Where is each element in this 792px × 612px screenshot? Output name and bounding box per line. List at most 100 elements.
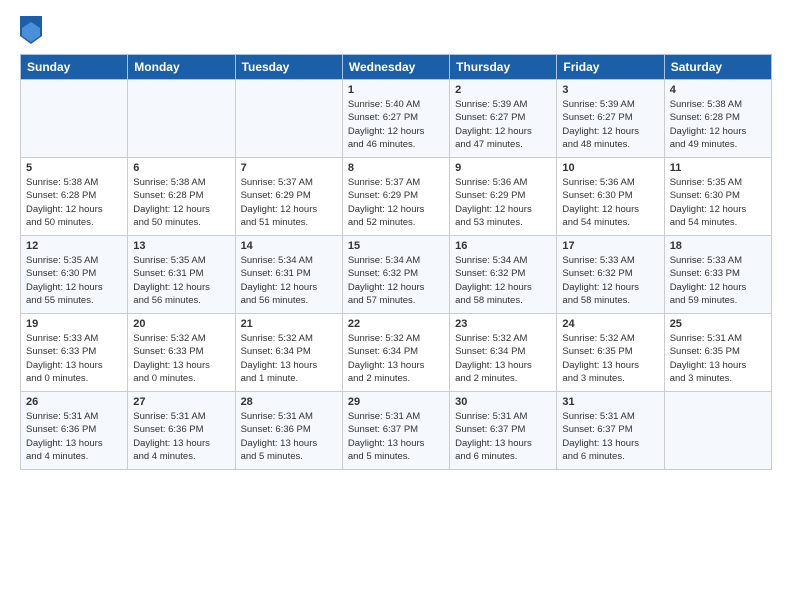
calendar-cell: 23 Sunrise: 5:32 AM Sunset: 6:34 PM Dayli… (450, 314, 557, 392)
calendar-cell (21, 80, 128, 158)
day-number: 28 (241, 396, 337, 408)
calendar-body: 1 Sunrise: 5:40 AM Sunset: 6:27 PM Daylig… (21, 80, 772, 470)
calendar: SundayMondayTuesdayWednesdayThursdayFrid… (20, 54, 772, 470)
calendar-cell (128, 80, 235, 158)
day-detail: Sunrise: 5:32 AM Sunset: 6:33 PM Dayligh… (133, 332, 229, 385)
calendar-cell: 5 Sunrise: 5:38 AM Sunset: 6:28 PM Daylig… (21, 158, 128, 236)
calendar-cell: 3 Sunrise: 5:39 AM Sunset: 6:27 PM Daylig… (557, 80, 664, 158)
day-number: 31 (562, 396, 658, 408)
day-detail: Sunrise: 5:39 AM Sunset: 6:27 PM Dayligh… (455, 98, 551, 151)
calendar-cell: 25Sunrise: 5:31 AM Sunset: 6:35 PM Dayli… (664, 314, 771, 392)
day-header-friday: Friday (557, 55, 664, 80)
day-detail: Sunrise: 5:35 AM Sunset: 6:31 PM Dayligh… (133, 254, 229, 307)
day-detail: Sunrise: 5:31 AM Sunset: 6:36 PM Dayligh… (133, 410, 229, 463)
day-detail: Sunrise: 5:33 AM Sunset: 6:33 PM Dayligh… (670, 254, 766, 307)
calendar-cell: 24 Sunrise: 5:32 AM Sunset: 6:35 PM Dayli… (557, 314, 664, 392)
week-row-3: 12 Sunrise: 5:35 AM Sunset: 6:30 PM Dayli… (21, 236, 772, 314)
day-number: 13 (133, 240, 229, 252)
calendar-cell: 27 Sunrise: 5:31 AM Sunset: 6:36 PM Dayli… (128, 392, 235, 470)
day-detail: Sunrise: 5:40 AM Sunset: 6:27 PM Dayligh… (348, 98, 444, 151)
calendar-cell: 31 Sunrise: 5:31 AM Sunset: 6:37 PM Dayli… (557, 392, 664, 470)
day-header-wednesday: Wednesday (342, 55, 449, 80)
day-detail: Sunrise: 5:33 AM Sunset: 6:33 PM Dayligh… (26, 332, 122, 385)
calendar-cell: 6 Sunrise: 5:38 AM Sunset: 6:28 PM Daylig… (128, 158, 235, 236)
calendar-cell: 17 Sunrise: 5:33 AM Sunset: 6:32 PM Dayli… (557, 236, 664, 314)
day-number: 16 (455, 240, 551, 252)
calendar-cell: 28 Sunrise: 5:31 AM Sunset: 6:36 PM Dayli… (235, 392, 342, 470)
day-number: 6 (133, 162, 229, 174)
day-number: 27 (133, 396, 229, 408)
page: SundayMondayTuesdayWednesdayThursdayFrid… (0, 0, 792, 480)
calendar-cell: 1 Sunrise: 5:40 AM Sunset: 6:27 PM Daylig… (342, 80, 449, 158)
day-detail: Sunrise: 5:34 AM Sunset: 6:32 PM Dayligh… (455, 254, 551, 307)
day-detail: Sunrise: 5:35 AM Sunset: 6:30 PM Dayligh… (26, 254, 122, 307)
calendar-cell: 9Sunrise: 5:36 AM Sunset: 6:29 PM Daylig… (450, 158, 557, 236)
day-number: 23 (455, 318, 551, 330)
day-detail: Sunrise: 5:33 AM Sunset: 6:32 PM Dayligh… (562, 254, 658, 307)
day-number: 19 (26, 318, 122, 330)
day-detail: Sunrise: 5:32 AM Sunset: 6:35 PM Dayligh… (562, 332, 658, 385)
day-detail: Sunrise: 5:37 AM Sunset: 6:29 PM Dayligh… (241, 176, 337, 229)
day-number: 7 (241, 162, 337, 174)
calendar-header: SundayMondayTuesdayWednesdayThursdayFrid… (21, 55, 772, 80)
calendar-cell: 30Sunrise: 5:31 AM Sunset: 6:37 PM Dayli… (450, 392, 557, 470)
day-header-row: SundayMondayTuesdayWednesdayThursdayFrid… (21, 55, 772, 80)
day-number: 15 (348, 240, 444, 252)
day-number: 2 (455, 84, 551, 96)
day-detail: Sunrise: 5:36 AM Sunset: 6:30 PM Dayligh… (562, 176, 658, 229)
day-number: 22 (348, 318, 444, 330)
day-detail: Sunrise: 5:34 AM Sunset: 6:32 PM Dayligh… (348, 254, 444, 307)
header (20, 16, 772, 44)
calendar-cell: 4 Sunrise: 5:38 AM Sunset: 6:28 PM Daylig… (664, 80, 771, 158)
week-row-1: 1 Sunrise: 5:40 AM Sunset: 6:27 PM Daylig… (21, 80, 772, 158)
calendar-cell: 14Sunrise: 5:34 AM Sunset: 6:31 PM Dayli… (235, 236, 342, 314)
calendar-cell: 2 Sunrise: 5:39 AM Sunset: 6:27 PM Daylig… (450, 80, 557, 158)
day-number: 3 (562, 84, 658, 96)
logo (20, 16, 46, 44)
day-detail: Sunrise: 5:35 AM Sunset: 6:30 PM Dayligh… (670, 176, 766, 229)
day-number: 26 (26, 396, 122, 408)
day-header-monday: Monday (128, 55, 235, 80)
calendar-cell: 13 Sunrise: 5:35 AM Sunset: 6:31 PM Dayli… (128, 236, 235, 314)
day-detail: Sunrise: 5:38 AM Sunset: 6:28 PM Dayligh… (133, 176, 229, 229)
day-detail: Sunrise: 5:32 AM Sunset: 6:34 PM Dayligh… (348, 332, 444, 385)
calendar-cell: 12 Sunrise: 5:35 AM Sunset: 6:30 PM Dayli… (21, 236, 128, 314)
day-number: 4 (670, 84, 766, 96)
day-number: 8 (348, 162, 444, 174)
calendar-cell: 16 Sunrise: 5:34 AM Sunset: 6:32 PM Dayli… (450, 236, 557, 314)
week-row-4: 19 Sunrise: 5:33 AM Sunset: 6:33 PM Dayli… (21, 314, 772, 392)
day-header-sunday: Sunday (21, 55, 128, 80)
day-number: 12 (26, 240, 122, 252)
day-number: 5 (26, 162, 122, 174)
day-detail: Sunrise: 5:32 AM Sunset: 6:34 PM Dayligh… (455, 332, 551, 385)
day-number: 17 (562, 240, 658, 252)
calendar-cell: 11Sunrise: 5:35 AM Sunset: 6:30 PM Dayli… (664, 158, 771, 236)
calendar-cell: 18Sunrise: 5:33 AM Sunset: 6:33 PM Dayli… (664, 236, 771, 314)
day-number: 21 (241, 318, 337, 330)
logo-icon (20, 16, 42, 44)
day-number: 1 (348, 84, 444, 96)
day-number: 20 (133, 318, 229, 330)
day-detail: Sunrise: 5:31 AM Sunset: 6:36 PM Dayligh… (241, 410, 337, 463)
day-header-tuesday: Tuesday (235, 55, 342, 80)
calendar-cell: 26Sunrise: 5:31 AM Sunset: 6:36 PM Dayli… (21, 392, 128, 470)
day-detail: Sunrise: 5:34 AM Sunset: 6:31 PM Dayligh… (241, 254, 337, 307)
calendar-cell: 29Sunrise: 5:31 AM Sunset: 6:37 PM Dayli… (342, 392, 449, 470)
day-header-saturday: Saturday (664, 55, 771, 80)
day-detail: Sunrise: 5:38 AM Sunset: 6:28 PM Dayligh… (670, 98, 766, 151)
calendar-cell: 7 Sunrise: 5:37 AM Sunset: 6:29 PM Daylig… (235, 158, 342, 236)
calendar-cell: 15 Sunrise: 5:34 AM Sunset: 6:32 PM Dayli… (342, 236, 449, 314)
day-detail: Sunrise: 5:39 AM Sunset: 6:27 PM Dayligh… (562, 98, 658, 151)
calendar-cell: 19 Sunrise: 5:33 AM Sunset: 6:33 PM Dayli… (21, 314, 128, 392)
day-number: 10 (562, 162, 658, 174)
day-number: 24 (562, 318, 658, 330)
day-header-thursday: Thursday (450, 55, 557, 80)
week-row-2: 5 Sunrise: 5:38 AM Sunset: 6:28 PM Daylig… (21, 158, 772, 236)
calendar-cell (235, 80, 342, 158)
day-detail: Sunrise: 5:31 AM Sunset: 6:37 PM Dayligh… (562, 410, 658, 463)
day-detail: Sunrise: 5:38 AM Sunset: 6:28 PM Dayligh… (26, 176, 122, 229)
calendar-cell: 21 Sunrise: 5:32 AM Sunset: 6:34 PM Dayli… (235, 314, 342, 392)
day-number: 9 (455, 162, 551, 174)
day-detail: Sunrise: 5:32 AM Sunset: 6:34 PM Dayligh… (241, 332, 337, 385)
day-number: 30 (455, 396, 551, 408)
